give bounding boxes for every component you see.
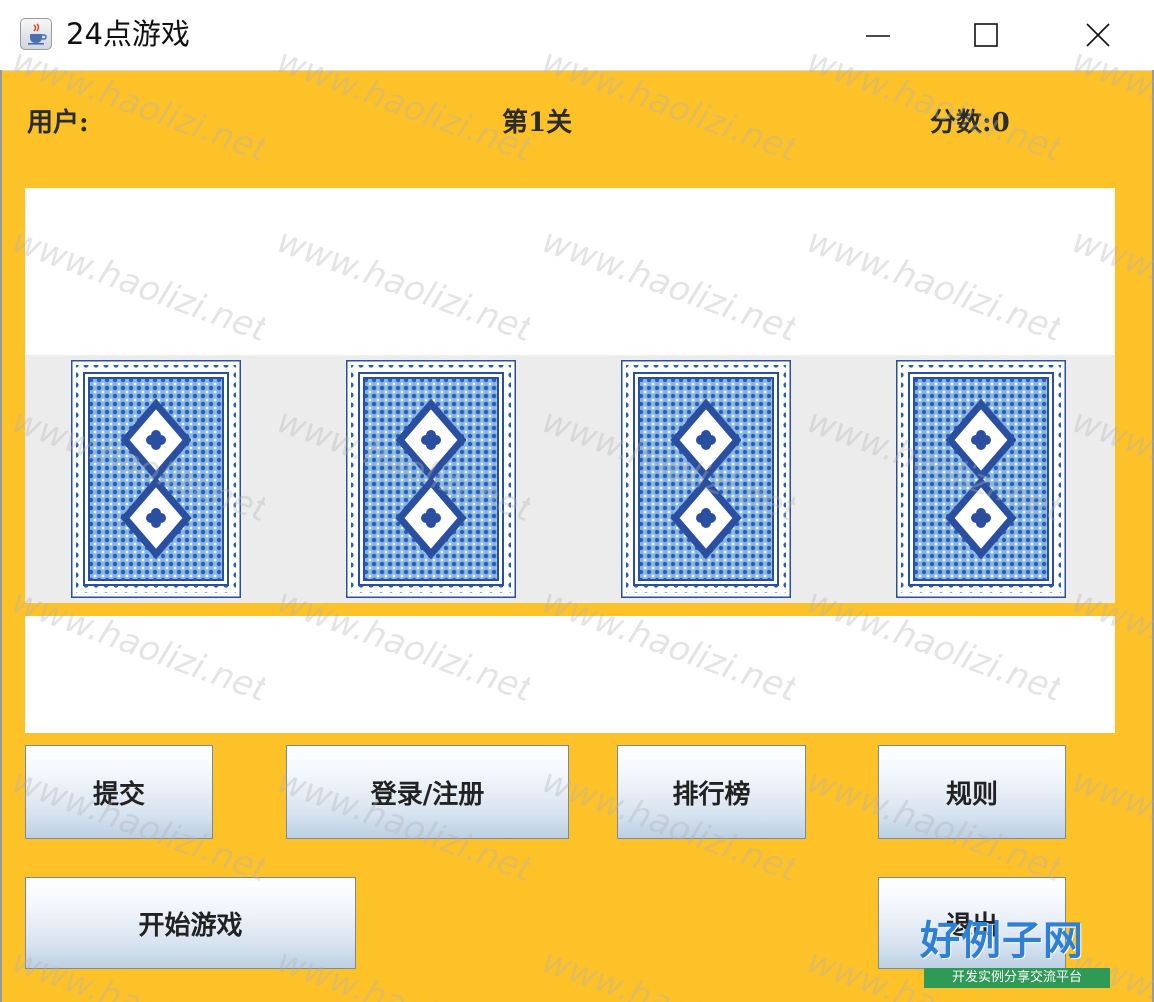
logo-title: 好例子网 — [920, 918, 1084, 964]
maximize-icon[interactable] — [958, 10, 1014, 60]
close-icon[interactable] — [1070, 10, 1126, 60]
score-label: 分数:0 — [930, 108, 1010, 138]
rules-button[interactable]: 规则 — [878, 745, 1066, 839]
minimize-icon[interactable] — [850, 10, 906, 60]
haolizi-logo: 好例子网 开发实例分享交流平台 — [918, 918, 1116, 996]
leaderboard-button[interactable]: 排行榜 — [617, 745, 806, 839]
level-label: 第1关 — [502, 108, 573, 138]
window-title: 24点游戏 — [66, 17, 190, 51]
start-game-button[interactable]: 开始游戏 — [25, 877, 356, 969]
card-back-3[interactable] — [621, 360, 791, 598]
card-back-2[interactable] — [346, 360, 516, 598]
submit-button[interactable]: 提交 — [25, 745, 213, 839]
user-label: 用户: — [27, 108, 89, 138]
logo-subtitle: 开发实例分享交流平台 — [924, 968, 1110, 988]
card-back-1[interactable] — [71, 360, 241, 598]
expression-display-area — [25, 188, 1115, 355]
login-register-button[interactable]: 登录/注册 — [286, 745, 569, 839]
title-bar: 24点游戏 — [0, 0, 1154, 71]
card-back-4[interactable] — [896, 360, 1066, 598]
java-cup-icon[interactable] — [20, 18, 52, 50]
answer-input-area[interactable] — [25, 616, 1115, 733]
